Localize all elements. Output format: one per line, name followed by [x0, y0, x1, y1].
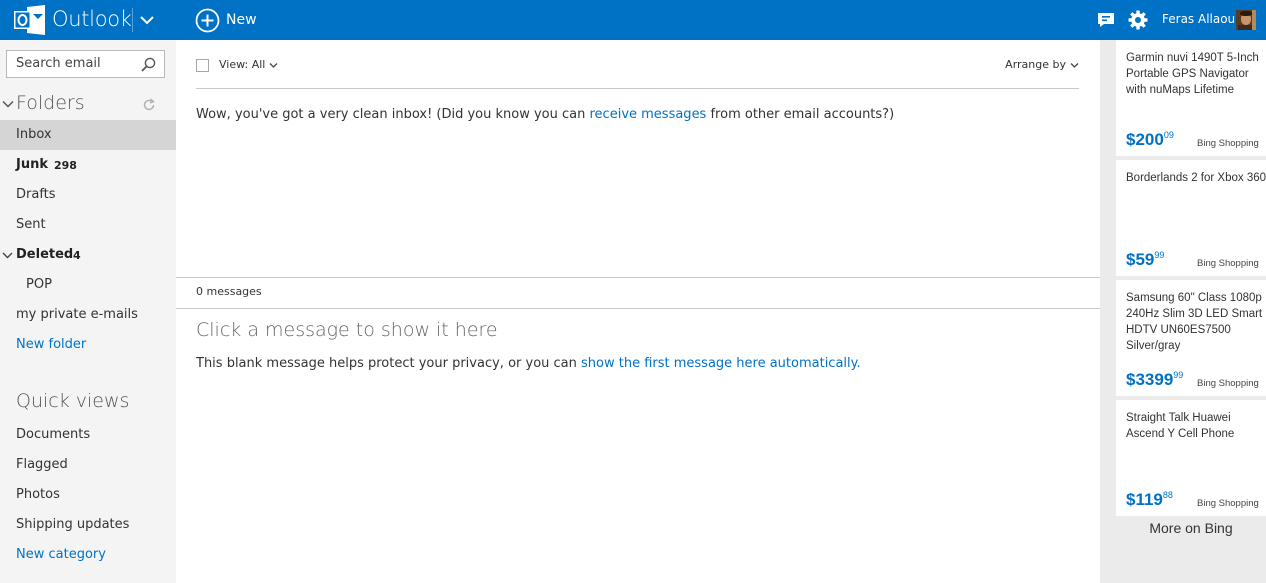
reading-pane-text: This blank message helps protect your pr… — [196, 356, 581, 371]
ad-source: Bing Shopping — [1197, 498, 1259, 509]
folder-sent[interactable]: Sent — [0, 210, 176, 240]
folder-inbox[interactable]: Inbox — [0, 120, 176, 150]
ad-price-cents: 09 — [1163, 130, 1174, 140]
quick-view-documents[interactable]: Documents — [0, 420, 176, 450]
unread-count: 298 — [54, 159, 77, 172]
receive-messages-link[interactable]: receive messages — [590, 107, 707, 122]
select-all-checkbox[interactable] — [196, 59, 209, 72]
folder-label: Sent — [16, 217, 46, 232]
new-folder-label: New folder — [16, 337, 87, 352]
folder-my-private-e-mails[interactable]: my private e-mails — [0, 300, 176, 330]
ad-item[interactable]: Samsung 60" Class 1080p 240Hz Slim 3D LE… — [1116, 280, 1266, 396]
search-icon[interactable] — [141, 57, 156, 72]
left-navigation: Folders Inbox Junk 298 Drafts Sent Delet… — [0, 40, 176, 583]
quick-views-heading: Quick views — [16, 390, 130, 412]
view-filter-dropdown[interactable]: View: All — [219, 58, 278, 71]
ad-source: Bing Shopping — [1197, 138, 1259, 149]
divider — [176, 308, 1100, 309]
ad-price: $5999 — [1126, 250, 1164, 270]
ad-title: Straight Talk Huawei Ascend Y Cell Phone — [1126, 412, 1235, 440]
folder-label: Deleted — [16, 247, 74, 262]
folder-pop[interactable]: POP — [0, 270, 176, 300]
reading-pane-body: This blank message helps protect your pr… — [196, 356, 861, 371]
new-button-label: New — [226, 12, 257, 28]
search-input[interactable] — [16, 56, 136, 71]
new-category-label: New category — [16, 547, 106, 562]
ad-source: Bing Shopping — [1197, 378, 1259, 389]
ad-source: Bing Shopping — [1197, 258, 1259, 269]
reading-pane-title: Click a message to show it here — [196, 319, 498, 341]
folders-heading: Folders — [16, 92, 85, 114]
ad-price-cents: 99 — [1173, 370, 1184, 380]
folder-junk[interactable]: Junk 298 — [0, 150, 176, 180]
show-first-message-link[interactable]: show the first message here automaticall… — [581, 356, 861, 371]
avatar[interactable] — [1236, 10, 1256, 30]
chevron-down-icon — [269, 62, 278, 68]
chevron-down-icon[interactable] — [2, 250, 13, 261]
messaging-icon[interactable] — [1097, 11, 1115, 29]
new-folder-link[interactable]: New folder — [0, 330, 176, 360]
ad-title: Borderlands 2 for Xbox 360 — [1126, 172, 1266, 184]
folder-label: Drafts — [16, 187, 56, 202]
quick-view-shipping-updates[interactable]: Shipping updates — [0, 510, 176, 540]
plus-circle-icon — [195, 8, 220, 32]
quick-view-label: Flagged — [16, 457, 68, 472]
ad-price-cents: 99 — [1154, 250, 1165, 260]
quick-view-label: Photos — [16, 487, 60, 502]
quick-view-flagged[interactable]: Flagged — [0, 450, 176, 480]
empty-inbox-text: Wow, you've got a very clean inbox! (Did… — [196, 107, 590, 122]
ad-price-cents: 88 — [1162, 490, 1173, 500]
arrange-by-dropdown[interactable]: Arrange by — [1005, 58, 1079, 71]
arrange-by-label: Arrange by — [1005, 58, 1066, 71]
list-toolbar: View: All Arrange by — [196, 54, 1079, 89]
view-filter-label: View: All — [219, 58, 266, 71]
header-divider — [132, 8, 133, 32]
folder-deleted[interactable]: Deleted 4 — [0, 240, 176, 270]
new-category-link[interactable]: New category — [0, 540, 176, 570]
quick-view-label: Documents — [16, 427, 91, 442]
top-bar: Outlook New Feras Allaou — [0, 0, 1266, 40]
gear-icon[interactable] — [1128, 10, 1148, 30]
ad-price-main: $200 — [1126, 130, 1164, 149]
ad-item[interactable]: Straight Talk Huawei Ascend Y Cell Phone… — [1116, 400, 1266, 516]
folder-label: Inbox — [16, 127, 52, 142]
folder-label: POP — [26, 277, 52, 292]
empty-inbox-message: Wow, you've got a very clean inbox! (Did… — [196, 107, 894, 122]
ad-title: Garmin nuvi 1490T 5-Inch Portable GPS Na… — [1126, 52, 1259, 96]
ads-sidebar: Garmin nuvi 1490T 5-Inch Portable GPS Na… — [1100, 40, 1266, 583]
folders-header[interactable]: Folders — [0, 92, 176, 118]
folder-drafts[interactable]: Drafts — [0, 180, 176, 210]
app-title[interactable]: Outlook — [52, 7, 132, 31]
search-box[interactable] — [6, 50, 165, 78]
ad-price: $11988 — [1126, 490, 1173, 510]
unread-count: 4 — [73, 249, 81, 262]
app-switcher-chevron-icon[interactable] — [138, 11, 156, 29]
more-on-bing-link[interactable]: More on Bing — [1116, 520, 1266, 536]
quick-view-label: Shipping updates — [16, 517, 130, 532]
ad-price-main: $59 — [1126, 250, 1155, 269]
ad-price: $20009 — [1126, 130, 1174, 150]
ad-price-main: $3399 — [1126, 370, 1174, 389]
divider — [176, 277, 1116, 278]
empty-inbox-text-end: from other email accounts?) — [706, 107, 895, 122]
ad-price: $339999 — [1126, 370, 1183, 390]
chevron-down-icon[interactable] — [2, 98, 14, 110]
new-message-button[interactable]: New — [195, 7, 257, 33]
ad-price-main: $119 — [1126, 490, 1163, 509]
refresh-icon[interactable] — [142, 98, 156, 112]
ad-item[interactable]: Borderlands 2 for Xbox 360 $5999 Bing Sh… — [1116, 160, 1266, 276]
ad-title: Samsung 60" Class 1080p 240Hz Slim 3D LE… — [1126, 292, 1263, 352]
outlook-logo-icon[interactable] — [14, 5, 46, 35]
message-count: 0 messages — [196, 285, 262, 298]
folder-label: Junk — [16, 157, 48, 172]
ad-item[interactable]: Garmin nuvi 1490T 5-Inch Portable GPS Na… — [1116, 40, 1266, 156]
folder-label: my private e-mails — [16, 307, 138, 322]
chevron-down-icon — [1070, 62, 1079, 68]
user-name[interactable]: Feras Allaou — [1162, 12, 1235, 26]
quick-view-photos[interactable]: Photos — [0, 480, 176, 510]
message-list-pane: View: All Arrange by Wow, you've got a v… — [176, 40, 1116, 583]
